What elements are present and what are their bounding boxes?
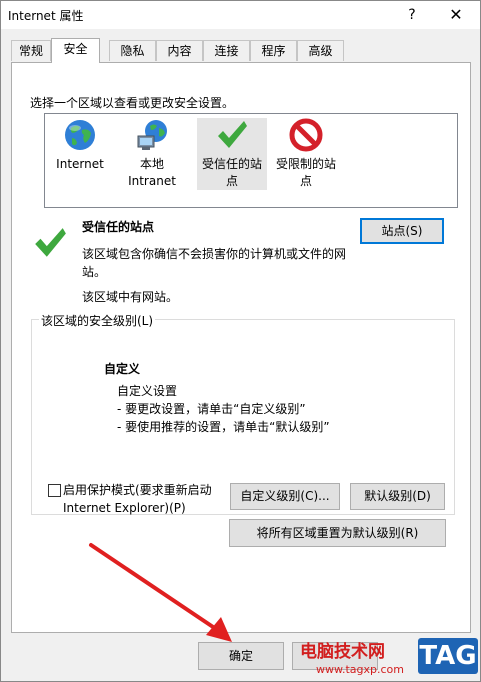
globe-icon [65, 120, 95, 150]
selected-zone-description: 该区域包含你确信不会损害你的计算机或文件的网站。 [82, 247, 347, 279]
tab-security[interactable]: 安全 [51, 38, 100, 63]
default-level-button[interactable]: 默认级别(D) [350, 483, 445, 510]
sites-button[interactable]: 站点(S) [360, 218, 444, 244]
watermark-tag: TAG [418, 638, 478, 674]
ok-button[interactable]: 确定 [198, 642, 284, 670]
security-level-name: 自定义 [104, 362, 141, 376]
zone-label: 本地 [139, 157, 164, 171]
zone-label: 受限制的站 [275, 157, 336, 171]
reset-all-zones-button[interactable]: 将所有区域重置为默认级别(R) [229, 519, 446, 547]
checkmark-icon [218, 121, 247, 148]
zone-instruction: 选择一个区域以查看或更改安全设置。 [30, 96, 235, 110]
tab-programs[interactable]: 程序 [250, 40, 297, 61]
selected-zone-checkmark-icon [35, 228, 66, 257]
zone-label: 点 [225, 174, 238, 188]
zone-local-intranet[interactable]: 本地 Intranet [117, 118, 187, 190]
security-level-detail: - 要使用推荐的设置，请单击“默认级别” [117, 420, 330, 434]
zone-trusted-sites[interactable]: 受信任的站 点 [197, 118, 267, 190]
selected-zone-status: 该区域中有网站。 [82, 290, 179, 304]
title-bar: Internet 属性 ? ✕ [1, 1, 480, 29]
zone-restricted-sites[interactable]: 受限制的站 点 [271, 118, 341, 190]
zone-label: Internet [56, 157, 104, 171]
security-level-detail: 自定义设置 [117, 384, 178, 398]
help-button[interactable]: ? [401, 4, 423, 26]
close-button[interactable]: ✕ [441, 4, 471, 26]
security-level-label: 该区域的安全级别(L) [39, 312, 156, 329]
intranet-icon [137, 120, 167, 150]
zone-label: 点 [299, 174, 312, 188]
security-level-detail: - 要更改设置，请单击“自定义级别” [117, 402, 306, 416]
zone-list[interactable]: Internet 本地 Intranet 受信任的站 点 受限制的站 点 [44, 113, 458, 208]
selected-zone-title: 受信任的站点 [82, 220, 155, 234]
protected-mode-label-line1: 启用保护模式(要求重新启动 [63, 483, 212, 497]
protected-mode-label[interactable]: 启用保护模式(要求重新启动 Internet Explorer)(P) [63, 481, 212, 517]
zone-label: 受信任的站 [201, 157, 262, 171]
tab-content[interactable]: 内容 [156, 40, 203, 61]
protected-mode-checkbox[interactable] [48, 484, 61, 497]
watermark-name: 电脑技术网 [300, 642, 385, 662]
tab-privacy[interactable]: 隐私 [109, 40, 156, 61]
security-level-group: 该区域的安全级别(L) 自定义 自定义设置 - 要更改设置，请单击“自定义级别”… [31, 312, 455, 517]
internet-properties-dialog: Internet 属性 ? ✕ 常规 安全 隐私 内容 连接 程序 高级 选择一… [0, 0, 481, 682]
protected-mode-label-line2: Internet Explorer)(P) [63, 501, 186, 515]
watermark-url: www.tagxp.com [316, 663, 404, 676]
custom-level-button[interactable]: 自定义级别(C)... [230, 483, 340, 510]
watermark: 电脑技术网 www.tagxp.com TAG [300, 632, 481, 682]
tab-advanced[interactable]: 高级 [297, 40, 344, 61]
tab-general[interactable]: 常规 [11, 40, 51, 61]
tab-connections[interactable]: 连接 [203, 40, 250, 61]
restricted-icon [289, 118, 323, 152]
security-tab-panel: 选择一个区域以查看或更改安全设置。 Internet 本地 Intranet 受… [11, 62, 471, 633]
zone-internet[interactable]: Internet [45, 118, 115, 173]
zone-label: Intranet [128, 174, 176, 188]
window-title: Internet 属性 [8, 9, 84, 23]
